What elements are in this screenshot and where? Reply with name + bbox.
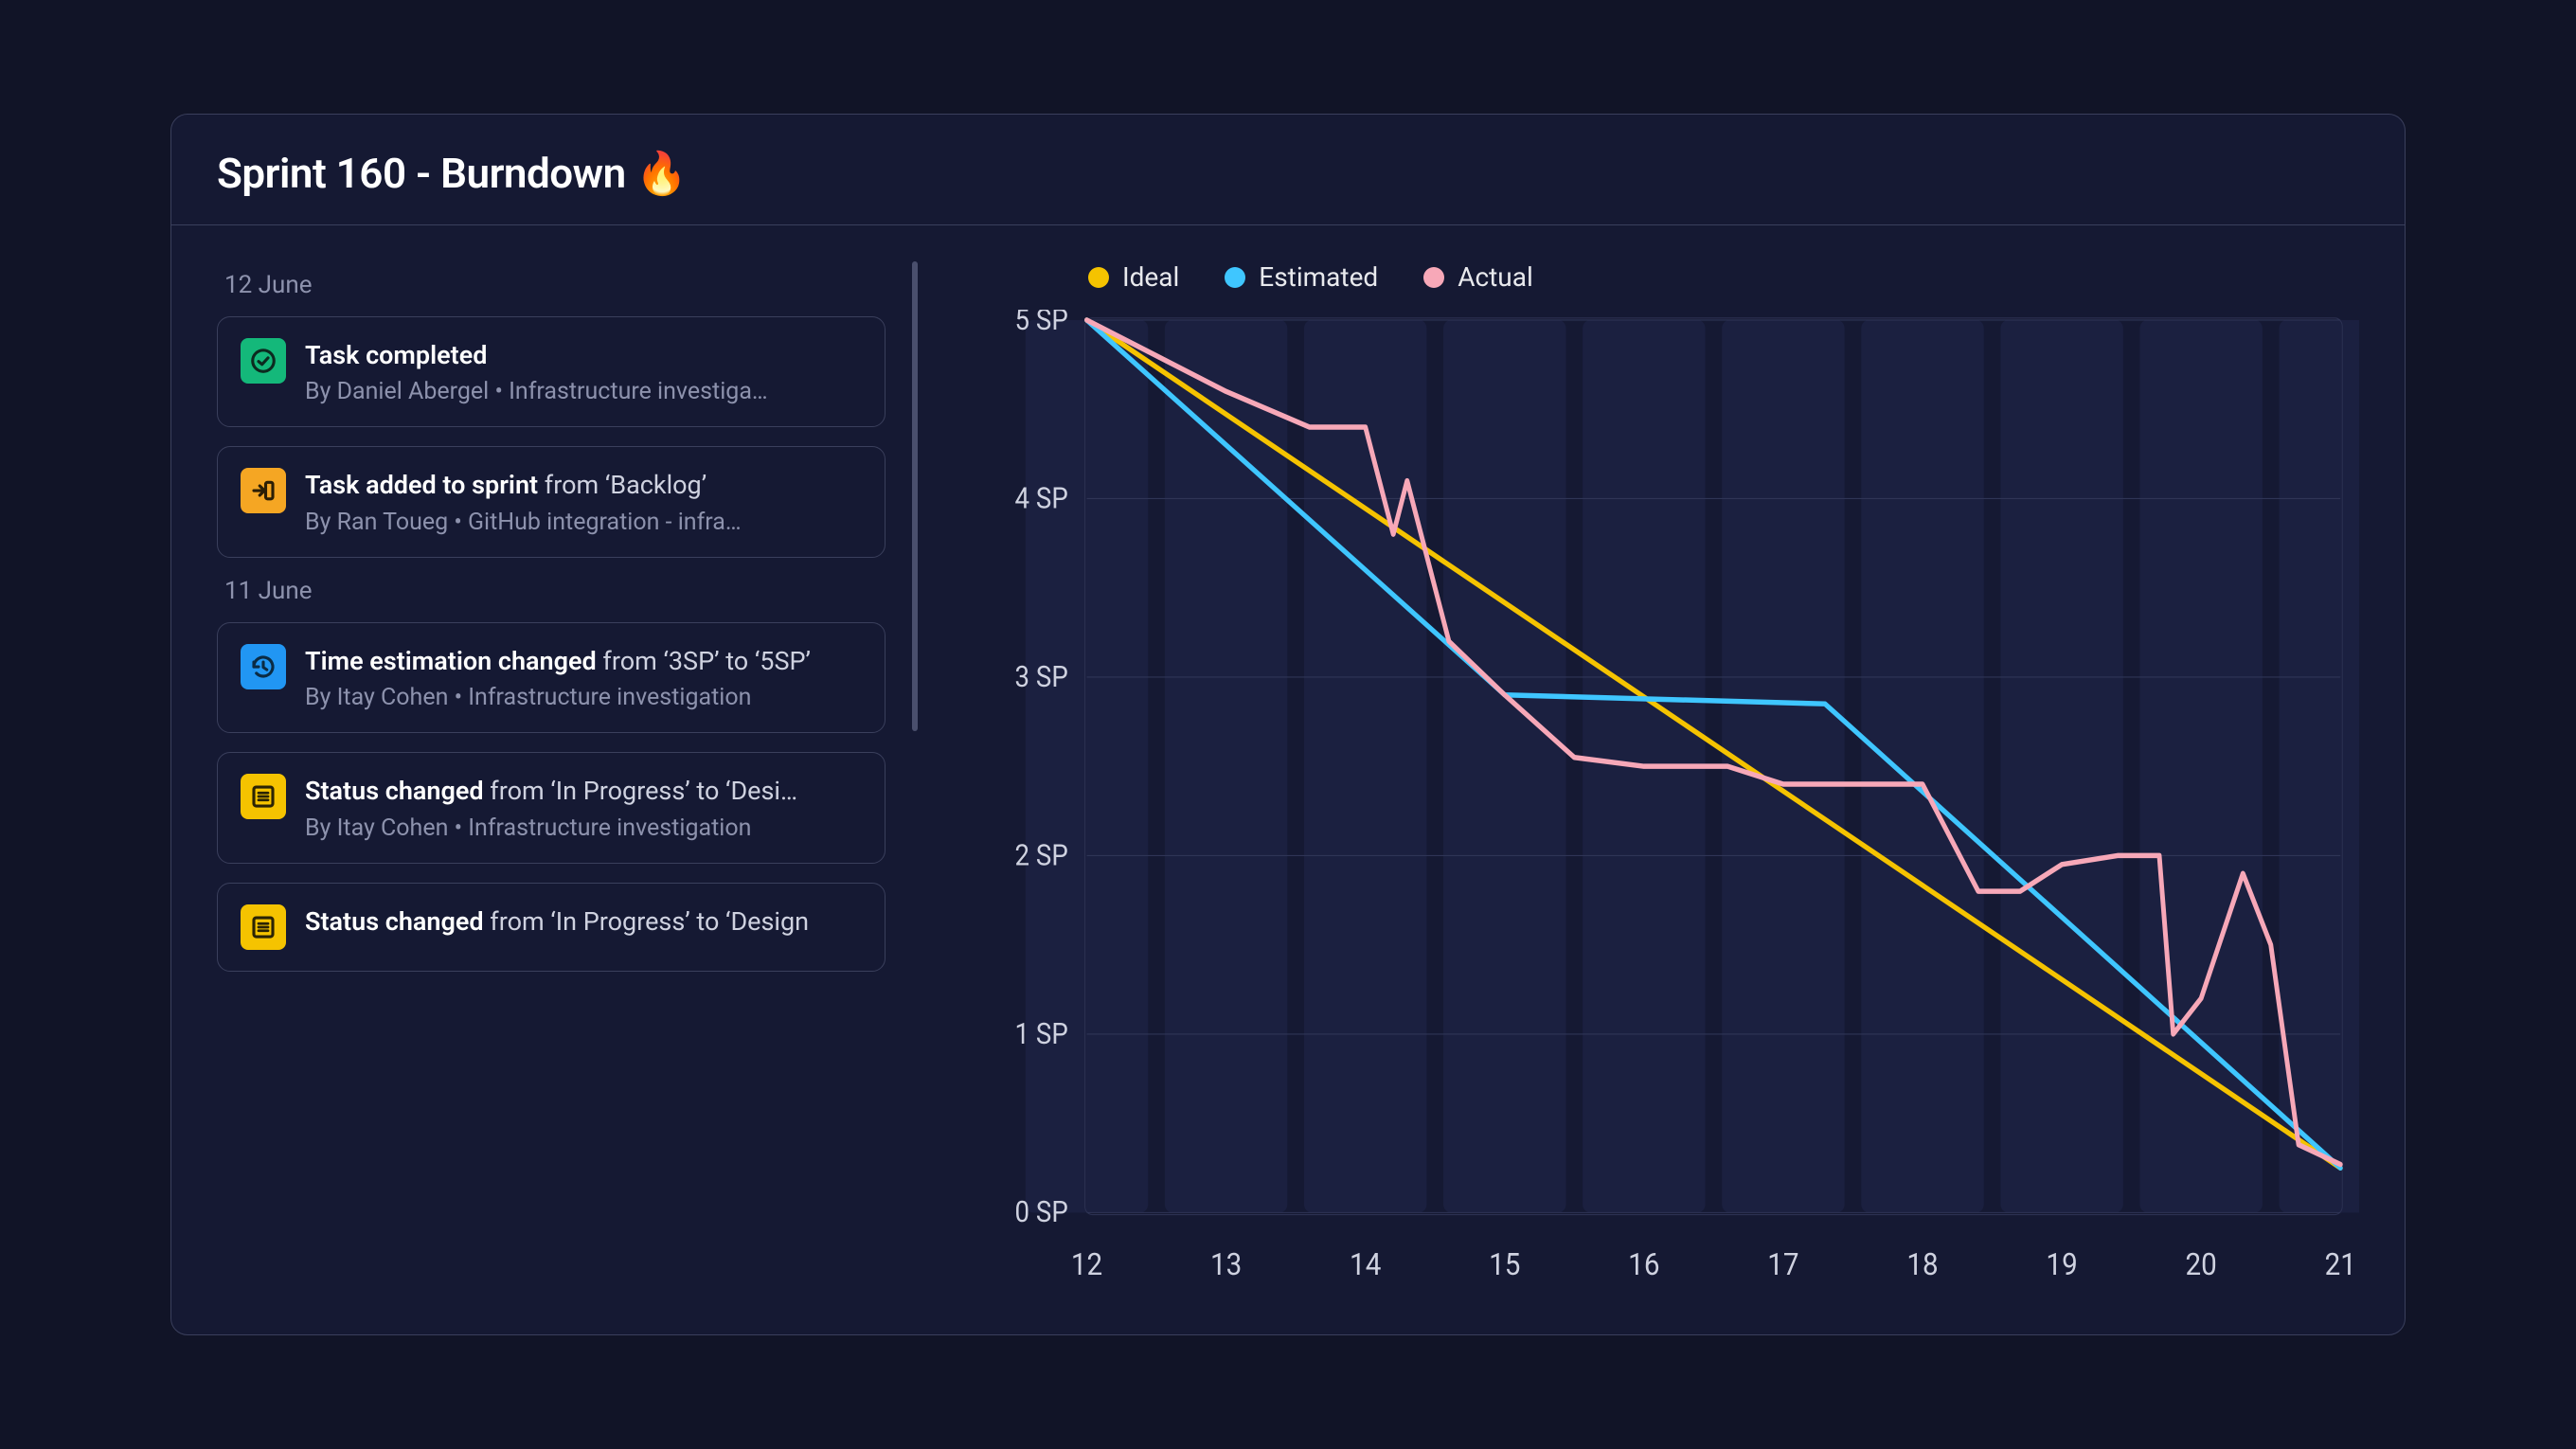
activity-column: 12 June Task completed By Daniel Abergel •… (217, 261, 918, 1306)
legend-label-actual: Actual (1458, 261, 1533, 293)
event-title: Status changed from ‘In Progress’ to ‘De… (305, 774, 862, 808)
arrow-in-icon (241, 468, 286, 513)
event-subtitle: By Itay Cohen • Infrastructure investiga… (305, 814, 862, 842)
list-icon (241, 774, 286, 819)
check-circle-icon (241, 338, 286, 384)
history-icon (241, 644, 286, 689)
event-subtitle: By Itay Cohen • Infrastructure investiga… (305, 684, 862, 711)
event-body: Status changed from ‘In Progress’ to ‘De… (305, 904, 862, 944)
scrollbar-thumb[interactable] (912, 261, 918, 731)
event-body: Task added to sprint from ‘Backlog’ By Ra… (305, 468, 862, 535)
activity-event-card[interactable]: Time estimation changed from ‘3SP’ to ‘5… (217, 622, 886, 733)
event-subtitle: By Daniel Abergel • Infrastructure inves… (305, 378, 862, 405)
burndown-chart: 5 SP 4 SP 3 SP 2 SP 1 SP 0 SP12 13 14 15 16 17 18 19… (975, 310, 2359, 1306)
svg-text:2 SP: 2 SP (1015, 839, 1068, 873)
activity-scrollbar[interactable] (912, 261, 918, 1306)
chart-column: Ideal Estimated Actual 5 SP 4 SP 3 SP 2 SP 1… (975, 261, 2359, 1306)
svg-text:18: 18 (1906, 1246, 1938, 1283)
legend-dot-estimated (1225, 267, 1245, 288)
svg-text:21: 21 (2325, 1246, 2356, 1283)
legend-label-estimated: Estimated (1259, 261, 1378, 293)
activity-date-label: 12 June (224, 271, 886, 299)
event-title: Task completed (305, 338, 862, 372)
panel-body: 12 June Task completed By Daniel Abergel •… (171, 225, 2405, 1334)
event-body: Task completed By Daniel Abergel • Infras… (305, 338, 862, 405)
svg-text:0 SP: 0 SP (1015, 1196, 1068, 1230)
activity-date-label: 11 June (224, 577, 886, 605)
activity-event-card[interactable]: Status changed from ‘In Progress’ to ‘De… (217, 883, 886, 972)
chart-legend: Ideal Estimated Actual (975, 261, 2359, 293)
legend-item-estimated: Estimated (1225, 261, 1378, 293)
activity-event-card[interactable]: Task added to sprint from ‘Backlog’ By Ra… (217, 446, 886, 557)
svg-text:4 SP: 4 SP (1015, 482, 1068, 516)
panel-title: Sprint 160 - Burndown 🔥 (217, 149, 2359, 198)
event-body: Time estimation changed from ‘3SP’ to ‘5… (305, 644, 862, 711)
burndown-panel: Sprint 160 - Burndown 🔥 12 June Task comp… (170, 114, 2406, 1335)
panel-header: Sprint 160 - Burndown 🔥 (171, 115, 2405, 225)
svg-text:17: 17 (1767, 1246, 1798, 1283)
legend-item-actual: Actual (1423, 261, 1533, 293)
event-body: Status changed from ‘In Progress’ to ‘De… (305, 774, 862, 841)
event-title: Time estimation changed from ‘3SP’ to ‘5… (305, 644, 862, 678)
svg-text:13: 13 (1210, 1246, 1242, 1283)
list-icon (241, 904, 286, 950)
svg-text:16: 16 (1628, 1246, 1659, 1283)
activity-event-card[interactable]: Status changed from ‘In Progress’ to ‘De… (217, 752, 886, 863)
svg-text:3 SP: 3 SP (1015, 660, 1068, 694)
svg-text:1 SP: 1 SP (1015, 1017, 1068, 1051)
legend-dot-ideal (1088, 267, 1109, 288)
svg-text:20: 20 (2186, 1246, 2217, 1283)
event-title: Task added to sprint from ‘Backlog’ (305, 468, 862, 502)
svg-text:14: 14 (1350, 1246, 1381, 1283)
legend-label-ideal: Ideal (1122, 261, 1179, 293)
svg-text:5 SP: 5 SP (1015, 310, 1068, 337)
svg-text:19: 19 (2046, 1246, 2077, 1283)
svg-text:12: 12 (1071, 1246, 1102, 1283)
activity-event-card[interactable]: Task completed By Daniel Abergel • Infras… (217, 316, 886, 427)
chart-wrap: 5 SP 4 SP 3 SP 2 SP 1 SP 0 SP12 13 14 15 16 17 18 19… (975, 310, 2359, 1306)
event-title: Status changed from ‘In Progress’ to ‘De… (305, 904, 862, 939)
svg-text:15: 15 (1489, 1246, 1520, 1283)
legend-item-ideal: Ideal (1088, 261, 1179, 293)
event-subtitle: By Ran Toueg • GitHub integration - infr… (305, 509, 862, 536)
legend-dot-actual (1423, 267, 1444, 288)
activity-list[interactable]: 12 June Task completed By Daniel Abergel •… (217, 261, 912, 1306)
